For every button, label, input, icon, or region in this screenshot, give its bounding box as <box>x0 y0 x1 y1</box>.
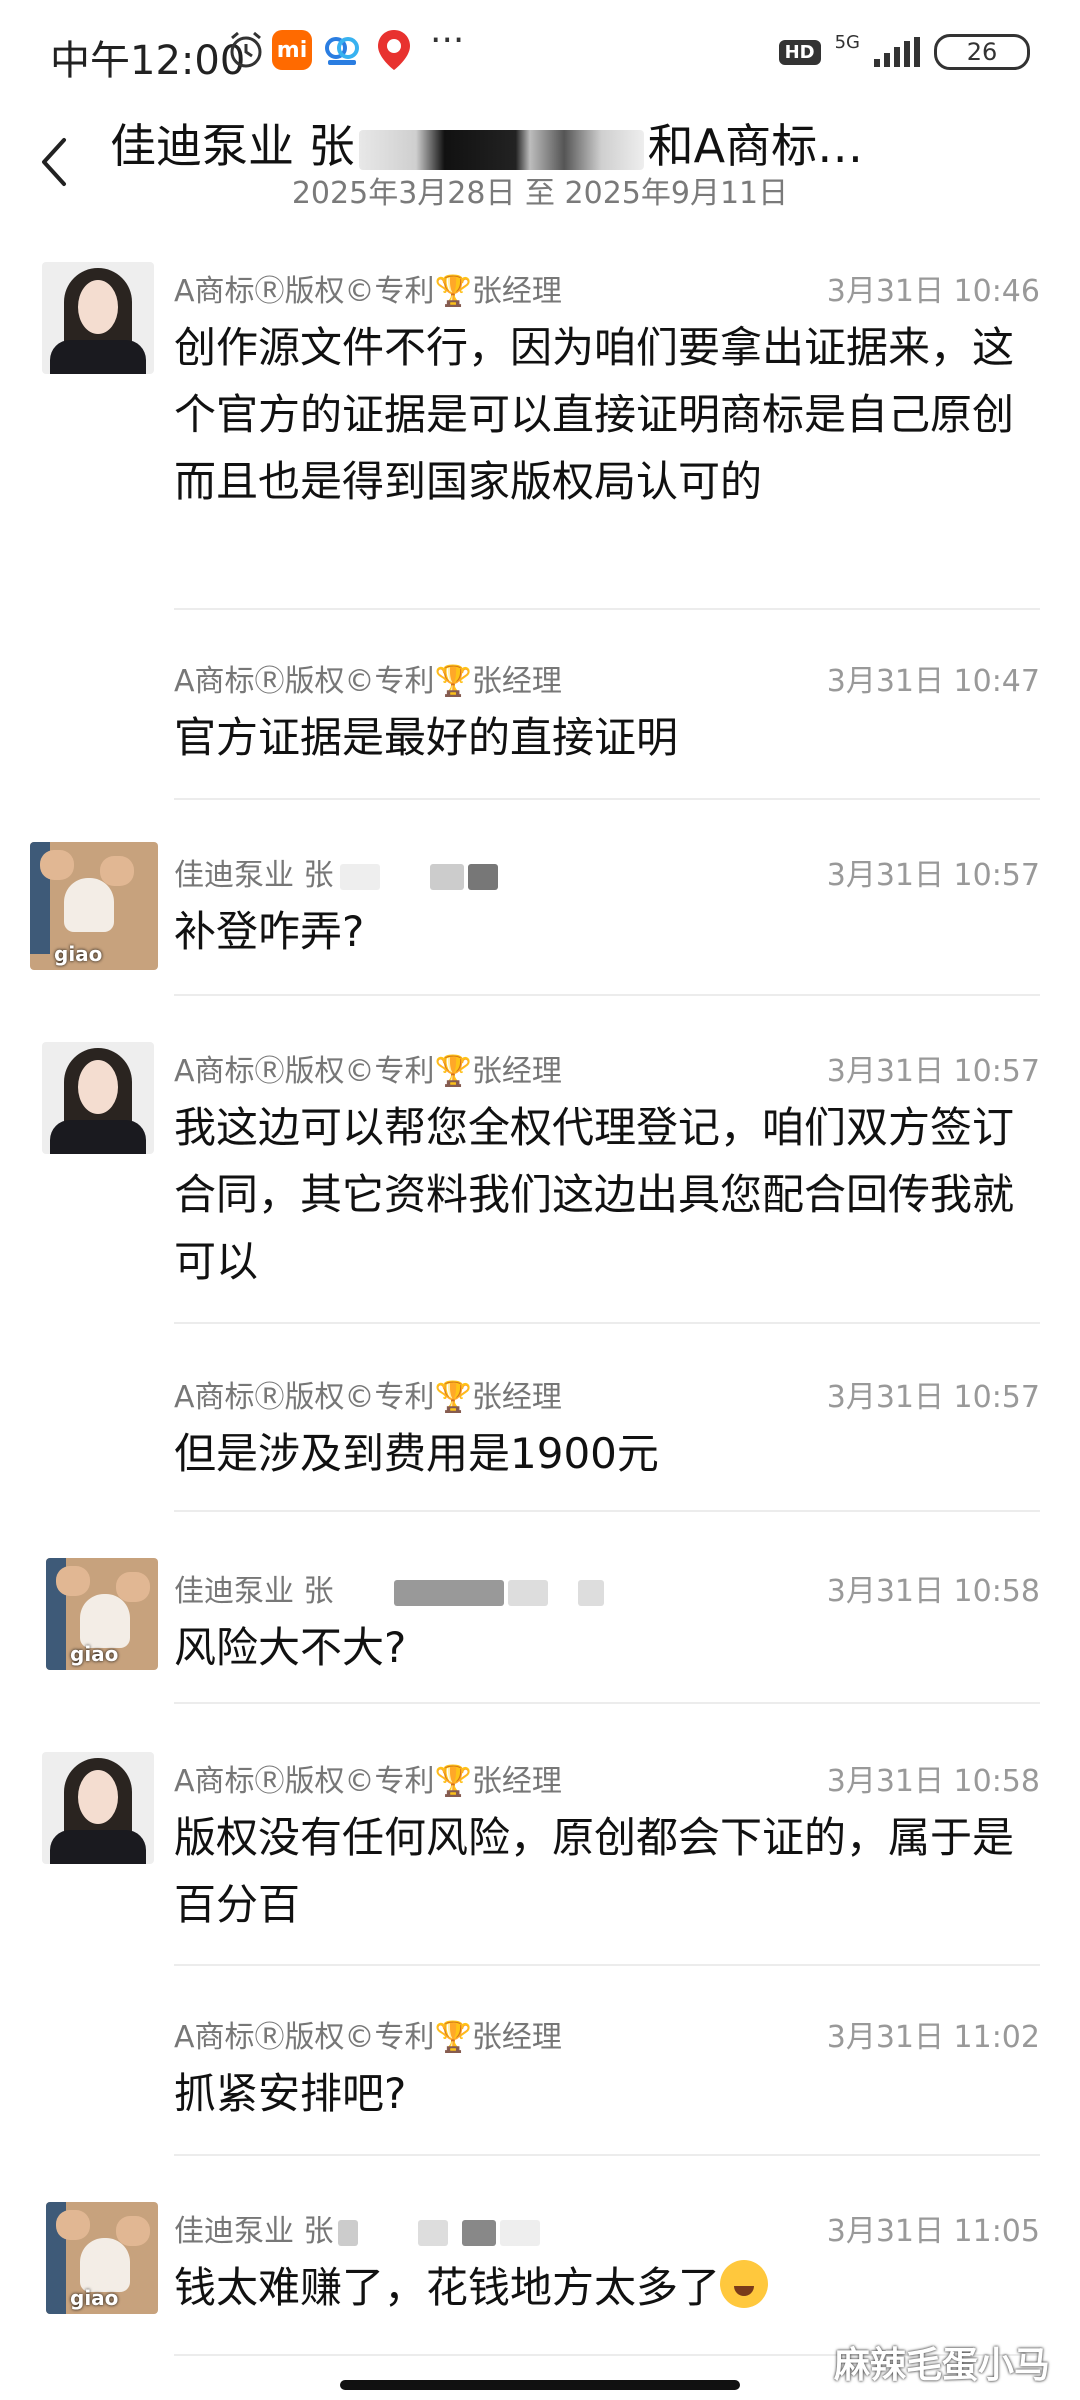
avatar-label: giao <box>70 1642 119 1666</box>
date-range: 2025年3月28日 至 2025年9月11日 <box>291 176 789 211</box>
message-text: 创作源文件不行，因为咱们要拿出证据来，这个官方的证据是可以直接证明商标是自己原创… <box>174 323 1015 506</box>
divider <box>174 2154 1040 2156</box>
message-time: 3月31日 11:02 <box>826 2020 1040 2055</box>
crying-laughing-emoji <box>720 2260 769 2308</box>
divider <box>174 1702 1040 1704</box>
message-time: 3月31日 11:05 <box>826 2214 1040 2249</box>
sender-name: 佳迪泵业 张 <box>174 2206 540 2250</box>
divider <box>174 798 1040 800</box>
chat-header: 佳迪泵业 张 和A商标… 2025年3月28日 至 2025年9月11日 <box>0 100 1080 220</box>
divider <box>174 608 1040 610</box>
message-time: 3月31日 10:46 <box>826 274 1040 309</box>
signal-icon <box>874 37 920 67</box>
watermark: 麻辣毛蛋小马 <box>833 2345 1050 2386</box>
home-indicator[interactable] <box>340 2380 740 2390</box>
chat-title-prefix: 佳迪泵业 张 <box>110 119 355 173</box>
avatar[interactable]: giao <box>46 2202 158 2314</box>
message-time: 3月31日 10:47 <box>826 664 1040 699</box>
avatar-label: giao <box>70 2286 119 2310</box>
du-map-icon <box>374 28 414 76</box>
clock: 中午12:00 <box>50 38 246 84</box>
divider <box>174 994 1040 996</box>
sender-name: 佳迪泵业 张 <box>174 1566 604 1610</box>
sender-name: A商标Ⓡ版权©专利🏆张经理 <box>174 1380 562 1415</box>
avatar[interactable] <box>42 1042 154 1154</box>
avatar[interactable] <box>42 1752 154 1864</box>
chat-title-suffix: 和A商标… <box>647 119 864 173</box>
chat-title: 佳迪泵业 张 和A商标… <box>110 110 863 176</box>
avatar[interactable]: giao <box>30 842 158 970</box>
message-time: 3月31日 10:58 <box>826 1574 1040 1609</box>
sender-name: 佳迪泵业 张 <box>174 850 498 894</box>
redacted-name <box>358 129 644 170</box>
alarm-icon <box>226 30 266 74</box>
message-text: 抓紧安排吧? <box>174 2069 407 2118</box>
message-time: 3月31日 10:57 <box>826 1380 1040 1415</box>
avatar[interactable] <box>42 262 154 374</box>
status-right: HD 5G 26 <box>778 30 1030 74</box>
message-time: 3月31日 10:57 <box>826 1054 1040 1089</box>
mi-app-icon: mi <box>272 30 312 70</box>
avatar[interactable]: giao <box>46 1558 158 1670</box>
sender-name: A商标Ⓡ版权©专利🏆张经理 <box>174 2020 562 2055</box>
message-text: 风险大不大? <box>174 1623 407 1672</box>
message-text: 我这边可以帮您全权代理登记，咱们双方签订合同，其它资料我们这边出具您配合回传我就… <box>174 1103 1015 1286</box>
message-text: 钱太难赚了，花钱地方太多了 <box>174 2254 1014 2321</box>
message-text: 补登咋弄? <box>174 907 365 956</box>
divider <box>174 1510 1040 1512</box>
status-bar: 中午12:00 mi ··· HD 5G 26 <box>0 0 1080 100</box>
divider <box>174 1964 1040 1966</box>
message-text: 官方证据是最好的直接证明 <box>174 713 679 762</box>
message-text: 但是涉及到费用是1900元 <box>174 1429 659 1478</box>
sender-name: A商标Ⓡ版权©专利🏆张经理 <box>174 274 562 309</box>
message-time: 3月31日 10:58 <box>826 1764 1040 1799</box>
message-time: 3月31日 10:57 <box>826 858 1040 893</box>
sender-name: A商标Ⓡ版权©专利🏆张经理 <box>174 664 562 699</box>
hd-icon: HD <box>778 39 821 65</box>
more-icon: ··· <box>430 20 465 61</box>
message-text: 版权没有任何风险，原创都会下证的，属于是百分百 <box>174 1813 1015 1929</box>
network-type: 5G <box>834 31 860 53</box>
sender-name: A商标Ⓡ版权©专利🏆张经理 <box>174 1054 562 1089</box>
battery-level: 26 <box>966 38 998 66</box>
baidu-netdisk-icon <box>322 30 362 74</box>
divider <box>174 1322 1040 1324</box>
sender-name: A商标Ⓡ版权©专利🏆张经理 <box>174 1764 562 1799</box>
avatar-label: giao <box>54 942 103 966</box>
battery-icon: 26 <box>934 34 1030 70</box>
